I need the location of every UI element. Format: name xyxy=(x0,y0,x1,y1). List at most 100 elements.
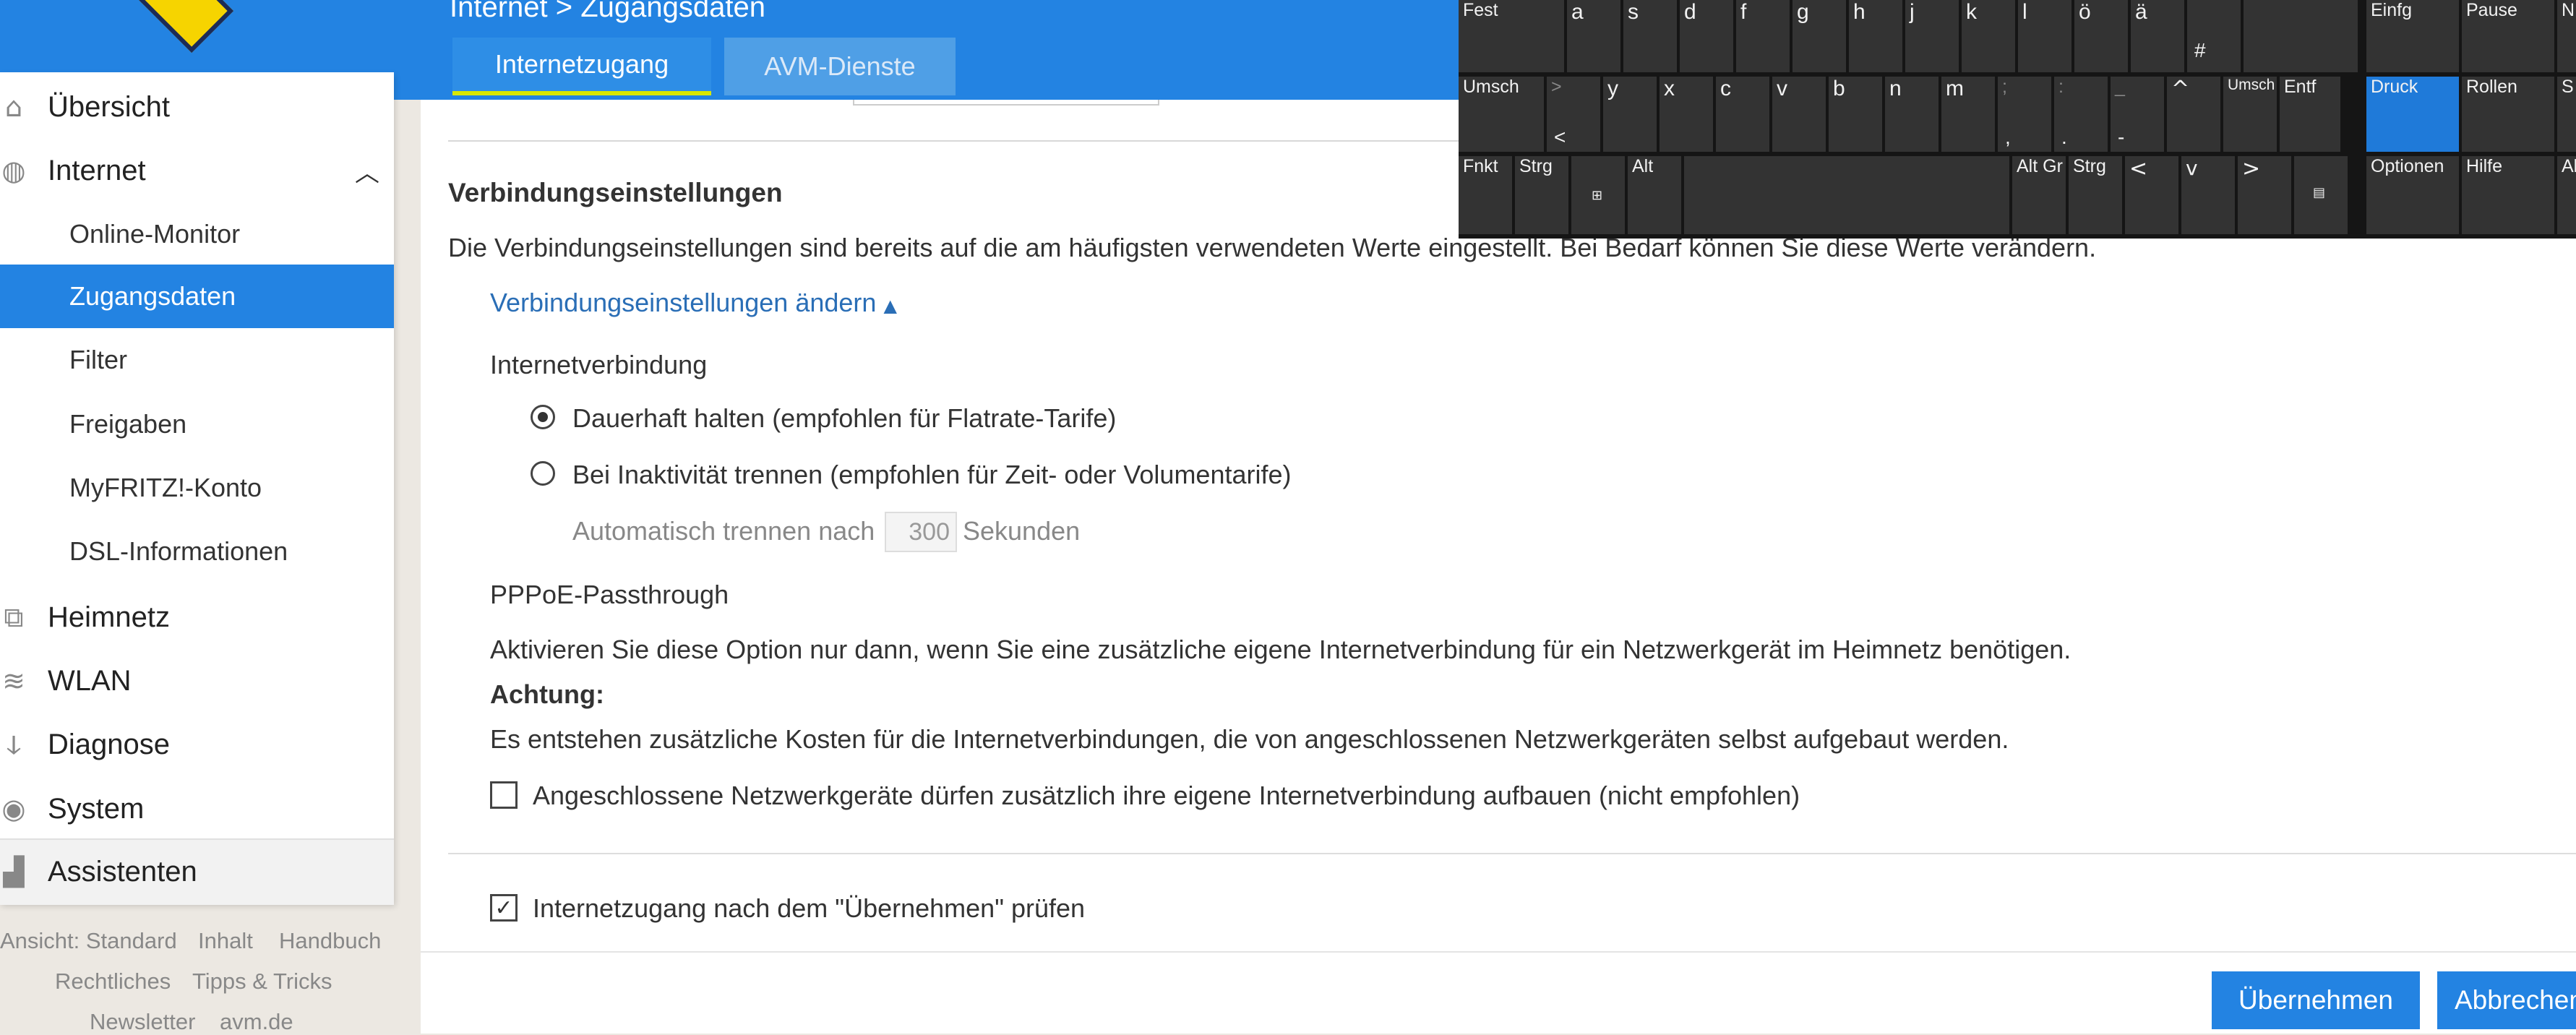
key-a[interactable]: a xyxy=(1567,0,1620,72)
key-d[interactable]: d xyxy=(1680,0,1733,72)
key-m[interactable]: m xyxy=(1941,77,1995,152)
key-strg-left[interactable]: Strg xyxy=(1515,156,1568,234)
key-fnkt[interactable]: Fnkt xyxy=(1459,156,1512,234)
key-umsch-right[interactable]: Umsch xyxy=(2223,77,2277,152)
toggle-settings-link[interactable]: Verbindungseinstellungen ändern ▲ xyxy=(490,288,897,318)
key-comma[interactable]: ;, xyxy=(1998,77,2051,152)
key-n[interactable]: n xyxy=(1885,77,1939,152)
sidebar-item-label: System xyxy=(48,792,145,825)
arrow-down-icon: v xyxy=(2186,156,2198,180)
key-v[interactable]: v xyxy=(1772,77,1826,152)
sidebar-item-internet[interactable]: ◍ Internet ︿ xyxy=(0,139,394,202)
sidebar-item-system[interactable]: ◉ System xyxy=(0,777,394,841)
key-angle[interactable]: > < xyxy=(1547,77,1600,152)
check-internet-checkbox[interactable]: ✓ xyxy=(490,894,518,922)
key-alt[interactable]: Alt xyxy=(1628,156,1681,234)
key-rollen[interactable]: Rollen xyxy=(2462,77,2554,152)
key-enter-upper[interactable] xyxy=(2244,0,2358,72)
key-druck[interactable]: Druck xyxy=(2366,77,2459,152)
radio-keep-alive-label[interactable]: Dauerhaft halten (empfohlen für Flatrate… xyxy=(572,403,1116,434)
key-space[interactable] xyxy=(1684,156,2009,234)
key-hilfe[interactable]: Hilfe xyxy=(2462,156,2554,234)
footer-link-avm[interactable]: avm.de xyxy=(220,1009,293,1035)
key-ae[interactable]: ä xyxy=(2131,0,2184,72)
key-arrow-up[interactable]: ^ xyxy=(2167,77,2220,152)
footer-link-ansicht[interactable]: Ansicht: Standard xyxy=(0,928,177,954)
key-label: ö xyxy=(2079,0,2091,24)
attention-description: Es entstehen zusätzliche Kosten für die … xyxy=(490,724,2009,754)
key-c[interactable]: c xyxy=(1716,77,1769,152)
sidebar-item-heimnetz[interactable]: ⧉ Heimnetz xyxy=(0,585,394,649)
radio-disconnect-idle[interactable] xyxy=(531,461,555,486)
sidebar-item-diagnose[interactable]: ↆ Diagnose xyxy=(0,713,394,776)
footer-link-inhalt[interactable]: Inhalt xyxy=(198,928,253,954)
key-s[interactable]: s xyxy=(1623,0,1677,72)
radio-keep-alive[interactable] xyxy=(531,405,555,429)
sidebar-item-zugangsdaten[interactable]: Zugangsdaten xyxy=(0,265,394,328)
key-einfg[interactable]: Einfg xyxy=(2366,0,2459,72)
check-internet-checkbox-label[interactable]: Internetzugang nach dem "Übernehmen" prü… xyxy=(533,893,1085,924)
key-period[interactable]: :. xyxy=(2054,77,2108,152)
key-pause[interactable]: Pause xyxy=(2462,0,2554,72)
breadcrumb: Internet > Zugangsdaten xyxy=(450,0,765,23)
radio-disconnect-idle-label[interactable]: Bei Inaktivität trennen (empfohlen für Z… xyxy=(572,460,1292,490)
sidebar-item-myfritz-konto[interactable]: MyFRITZ!-Konto xyxy=(0,456,394,520)
key-al[interactable]: Al xyxy=(2557,156,2576,234)
tab-internetzugang[interactable]: Internetzugang xyxy=(452,38,711,95)
sidebar-item-label: Assistenten xyxy=(48,855,197,888)
key-l[interactable]: l xyxy=(2018,0,2071,72)
key-arrow-left[interactable]: < xyxy=(2125,156,2178,234)
key-strg-right[interactable]: Strg xyxy=(2069,156,2122,234)
key-arrow-right[interactable]: > xyxy=(2238,156,2291,234)
key-fest[interactable]: Fest xyxy=(1459,0,1564,72)
key-label: Druck xyxy=(2371,77,2418,97)
key-windows[interactable]: ⊞ xyxy=(1571,156,1625,234)
key-y[interactable]: y xyxy=(1603,77,1657,152)
key-label: S xyxy=(2562,77,2574,97)
footer-link-handbuch[interactable]: Handbuch xyxy=(279,928,381,954)
key-label: N xyxy=(2562,0,2575,20)
sidebar-item-filter[interactable]: Filter xyxy=(0,328,394,392)
key-j[interactable]: j xyxy=(1905,0,1959,72)
key-entf[interactable]: Entf xyxy=(2280,77,2340,152)
key-hash[interactable]: # xyxy=(2187,0,2241,72)
key-umsch-left[interactable]: Umsch xyxy=(1459,77,1544,152)
key-g[interactable]: g xyxy=(1793,0,1846,72)
sidebar-item-dsl-informationen[interactable]: DSL-Informationen xyxy=(0,520,394,583)
key-x[interactable]: x xyxy=(1660,77,1713,152)
key-label: Strg xyxy=(2073,156,2106,176)
input-field-stub xyxy=(853,100,1159,106)
key-arrow-down[interactable]: v xyxy=(2181,156,2235,234)
sidebar-item-wlan[interactable]: ≋ WLAN xyxy=(0,649,394,713)
divider xyxy=(421,951,2576,953)
sidebar-item-online-monitor[interactable]: Online-Monitor xyxy=(0,202,394,266)
arrow-left-icon: < xyxy=(2129,156,2148,181)
footer-link-newsletter[interactable]: Newsletter xyxy=(90,1009,195,1035)
pppoe-label: PPPoE-Passthrough xyxy=(490,580,729,609)
auto-disconnect-seconds-input[interactable]: 300 xyxy=(885,512,957,552)
chevron-up-icon[interactable]: ︿ xyxy=(355,153,379,189)
key-oe[interactable]: ö xyxy=(2074,0,2128,72)
key-num[interactable]: N xyxy=(2557,0,2576,72)
key-menu[interactable]: ▤ xyxy=(2294,156,2348,234)
sidebar-item-label: Filter xyxy=(69,345,127,374)
cancel-button[interactable]: Abbrechen xyxy=(2437,971,2576,1029)
pppoe-passthrough-checkbox[interactable] xyxy=(490,781,518,809)
key-h[interactable]: h xyxy=(1849,0,1902,72)
key-optionen[interactable]: Optionen xyxy=(2366,156,2459,234)
key-k[interactable]: k xyxy=(1962,0,2015,72)
sidebar-item-assistenten[interactable]: ▟ Assistenten xyxy=(0,838,394,905)
footer-link-rechtliches[interactable]: Rechtliches xyxy=(55,969,171,995)
key-b[interactable]: b xyxy=(1829,77,1882,152)
sidebar-item-freigaben[interactable]: Freigaben xyxy=(0,392,394,456)
key-scroll[interactable]: S xyxy=(2557,77,2576,152)
pppoe-passthrough-checkbox-label[interactable]: Angeschlossene Netzwerkgeräte dürfen zus… xyxy=(533,781,1800,811)
key-f[interactable]: f xyxy=(1736,0,1790,72)
sidebar-item-uebersicht[interactable]: ⌂ Übersicht xyxy=(0,75,394,139)
key-alt-gr[interactable]: Alt Gr xyxy=(2012,156,2066,234)
tab-avm-dienste[interactable]: AVM-Dienste xyxy=(724,38,956,95)
apply-button[interactable]: Übernehmen xyxy=(2212,971,2420,1029)
key-minus[interactable]: _ - xyxy=(2111,77,2164,152)
sidebar: ⌂ Übersicht ◍ Internet ︿ Online-Monitor … xyxy=(0,72,394,905)
footer-link-tipps[interactable]: Tipps & Tricks xyxy=(192,969,332,995)
